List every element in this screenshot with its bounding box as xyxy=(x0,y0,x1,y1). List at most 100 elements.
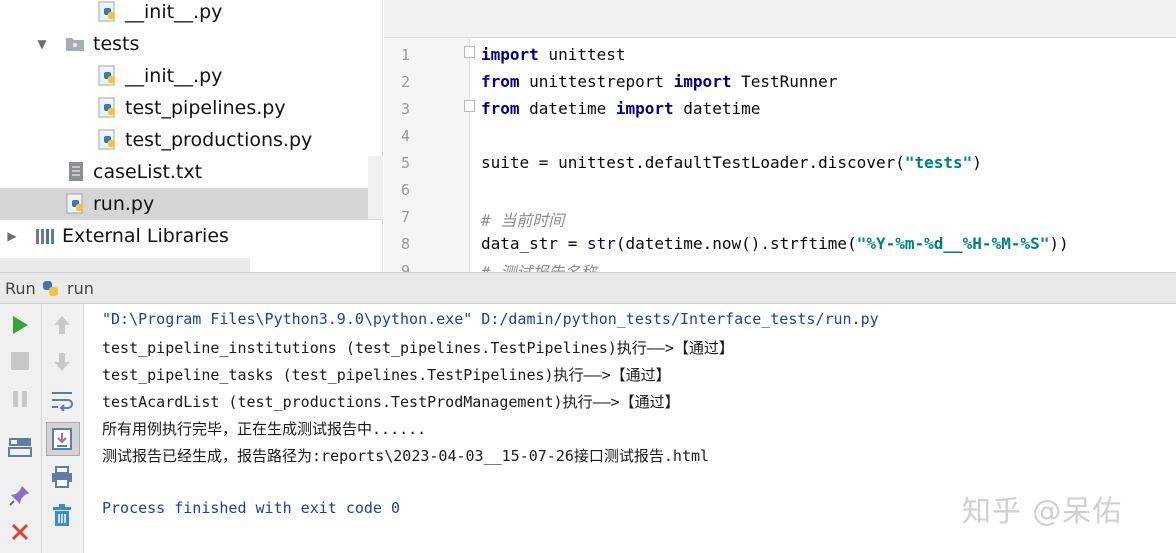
chevron-down-icon[interactable]: ▼ xyxy=(34,28,50,60)
editor-tab-bar xyxy=(384,0,1176,38)
keyword: import xyxy=(615,99,674,118)
tree-item-label: caseList.txt xyxy=(93,161,203,183)
line-number: 5 xyxy=(400,154,410,172)
tree-item-label: __init__.py xyxy=(125,1,223,23)
tree-item-test-pipelines[interactable]: test_pipelines.py xyxy=(0,92,383,124)
fold-marker-icon[interactable] xyxy=(464,100,475,112)
up-arrow-icon xyxy=(54,316,70,334)
keyword: import xyxy=(481,45,539,64)
tree-item-caselist[interactable]: caseList.txt xyxy=(0,156,383,188)
code-line-8: data_str = str(datetime.now().strftime("… xyxy=(481,234,1069,253)
python-file-icon xyxy=(98,97,115,118)
pin-icon xyxy=(9,486,29,506)
down-arrow-icon xyxy=(54,353,70,371)
line-number: 3 xyxy=(400,100,410,118)
run-toolbar-left xyxy=(0,304,42,553)
console-line: testAcardList (test_productions.TestProd… xyxy=(102,393,680,411)
close-icon xyxy=(11,523,29,541)
tree-item-label: run.py xyxy=(93,193,155,215)
line-number: 1 xyxy=(400,46,410,64)
tree-item-test-productions[interactable]: test_productions.py xyxy=(0,124,383,156)
library-icon xyxy=(36,229,54,244)
code-text: data_str = xyxy=(481,234,587,253)
pin-button[interactable] xyxy=(5,480,35,510)
code-line-5: suite = unittest.defaultTestLoader.disco… xyxy=(481,153,982,172)
print-icon xyxy=(52,466,72,488)
code-line-9: # 测试报告名称 xyxy=(481,259,596,272)
scroll-to-end-button[interactable] xyxy=(46,422,80,456)
close-button[interactable] xyxy=(5,517,35,547)
text-file-icon xyxy=(69,162,83,181)
console-exit-line: Process finished with exit code 0 xyxy=(102,499,401,517)
code-text: suite = unittest.defaultTestLoader.disco… xyxy=(481,153,905,172)
builtin-function: str xyxy=(586,234,616,253)
tree-item-tests-folder[interactable]: ▼ tests xyxy=(0,28,383,60)
scroll-down-button[interactable] xyxy=(47,347,77,377)
tree-item-label: __init__.py xyxy=(125,65,223,87)
console-line: test_pipeline_tasks (test_pipelines.Test… xyxy=(102,366,671,384)
code-text: (datetime.now().strftime( xyxy=(615,234,857,253)
print-button[interactable] xyxy=(47,462,77,492)
run-config-name[interactable]: run xyxy=(67,279,94,298)
line-number: 6 xyxy=(400,181,410,199)
tree-vertical-scrollbar[interactable] xyxy=(368,156,383,219)
console-line: 所有用例执行完毕，正在生成测试报告中...... xyxy=(102,420,427,438)
run-tab-label[interactable]: Run xyxy=(5,279,36,298)
python-file-icon xyxy=(66,193,83,214)
tree-item-run-py[interactable]: run.py xyxy=(0,188,383,220)
line-number: 9 xyxy=(400,262,410,272)
tree-item-label: External Libraries xyxy=(62,225,229,247)
project-tree-panel: __init__.py ▼ tests __init__.py test_pip… xyxy=(0,0,383,272)
code-text: datetime xyxy=(673,99,761,118)
console-line: "D:\Program Files\Python3.9.0\python.exe… xyxy=(102,310,879,328)
code-line-7: # 当前时间 xyxy=(481,211,565,230)
soft-wrap-button[interactable] xyxy=(47,385,77,415)
clear-all-button[interactable] xyxy=(47,500,77,530)
fold-marker-icon[interactable] xyxy=(464,46,475,58)
layout-icon xyxy=(8,438,32,457)
code-line-1: import unittest xyxy=(481,45,626,64)
scroll-up-button[interactable] xyxy=(47,310,77,340)
tree-item-label: tests xyxy=(93,33,140,55)
string-literal: "%Y-%m-%d__%H-%M-%S" xyxy=(856,234,1050,253)
folder-icon xyxy=(66,38,84,51)
python-file-icon xyxy=(98,1,115,22)
rerun-icon xyxy=(13,316,28,334)
run-panel-header: Run run xyxy=(0,272,1176,304)
scroll-to-end-icon xyxy=(52,428,72,450)
watermark: 知乎 @呆佑 xyxy=(962,494,1123,528)
stop-icon xyxy=(11,352,29,370)
pause-button[interactable] xyxy=(5,384,35,414)
python-file-icon xyxy=(98,65,115,86)
string-literal: "tests" xyxy=(904,153,973,172)
tree-item-label: test_pipelines.py xyxy=(125,97,286,119)
code-text: unittest xyxy=(538,45,626,64)
code-line-3: from datetime import datetime xyxy=(481,99,760,118)
code-line-2: from unittestreport import TestRunner xyxy=(481,72,837,91)
rerun-button[interactable] xyxy=(5,310,35,340)
keyword: from xyxy=(481,99,520,118)
python-file-icon xyxy=(98,129,115,150)
python-run-icon xyxy=(43,281,58,296)
layout-button[interactable] xyxy=(5,432,35,462)
run-toolbar-right xyxy=(42,304,84,553)
line-number: 2 xyxy=(400,73,410,91)
code-text: TestRunner xyxy=(731,72,838,91)
tree-horizontal-scrollbar[interactable] xyxy=(0,258,250,272)
chevron-right-icon[interactable]: ▶ xyxy=(4,220,20,252)
code-editor[interactable]: 1 2 3 4 5 6 7 8 9 import unittest from u… xyxy=(384,0,1176,272)
code-text: unittestreport xyxy=(519,72,674,91)
line-number: 8 xyxy=(400,235,410,253)
keyword: from xyxy=(481,72,520,91)
pause-icon xyxy=(13,391,27,407)
code-text: )) xyxy=(1049,234,1069,253)
trash-icon xyxy=(53,504,71,526)
stop-button[interactable] xyxy=(5,346,35,376)
tree-item-init-py[interactable]: __init__.py xyxy=(0,60,383,92)
code-text: datetime xyxy=(519,99,616,118)
tree-item-external-libraries[interactable]: ▶ External Libraries xyxy=(0,220,383,252)
tree-item-init-py-top[interactable]: __init__.py xyxy=(0,0,383,28)
tree-item-label: test_productions.py xyxy=(125,129,313,151)
line-number: 7 xyxy=(400,208,410,226)
soft-wrap-icon xyxy=(52,392,73,411)
